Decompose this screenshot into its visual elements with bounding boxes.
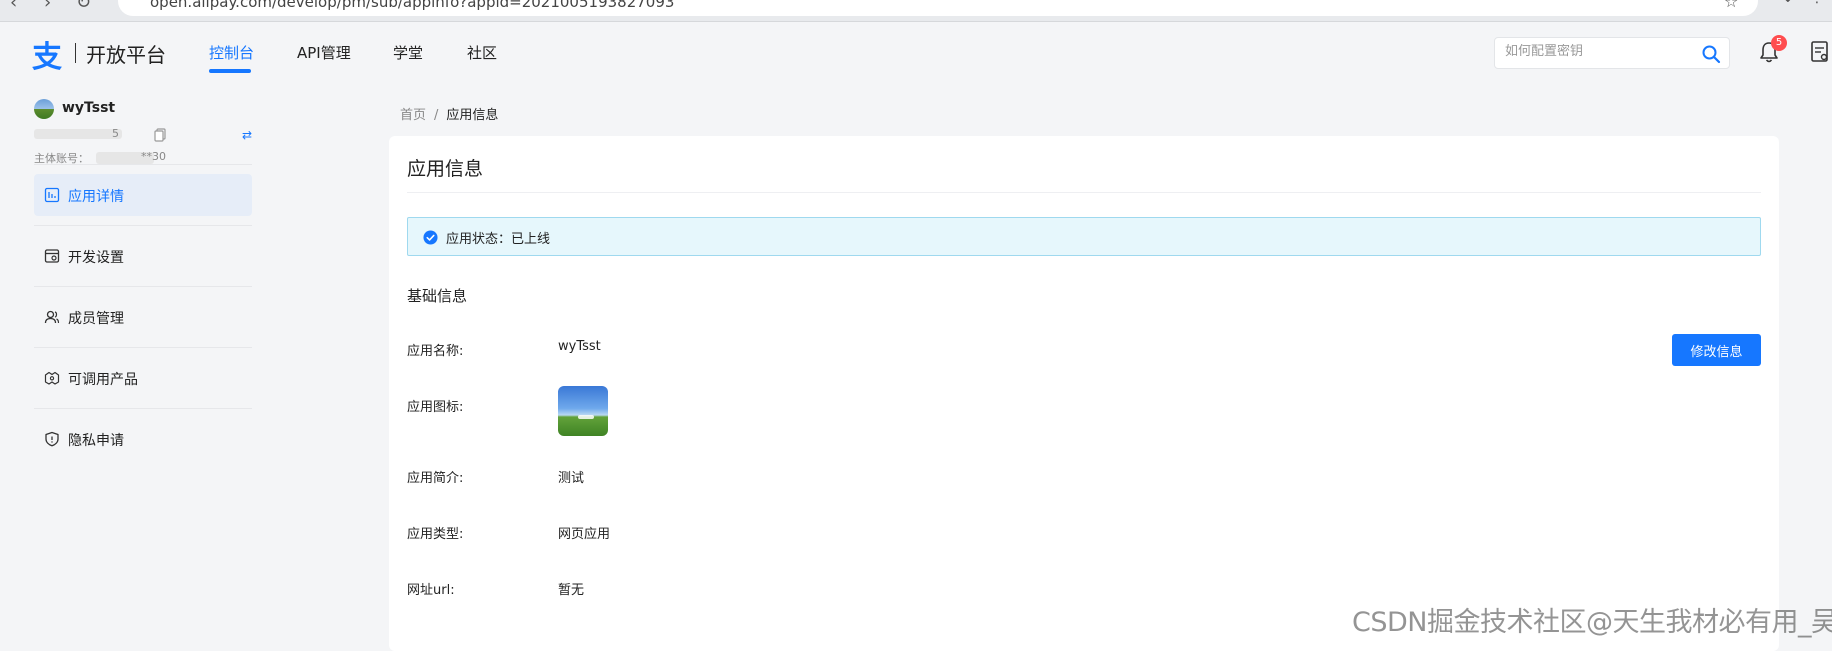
nav-community[interactable]: 社区: [467, 42, 497, 63]
sidebar-item-label: 应用详情: [68, 189, 124, 205]
sidebar-item-members[interactable]: 成员管理: [34, 296, 252, 338]
breadcrumb: 首页 / 应用信息: [400, 104, 498, 123]
user-name: wyTsst: [62, 100, 116, 116]
avatar[interactable]: [34, 99, 54, 119]
edit-info-button[interactable]: 修改信息: [1672, 334, 1761, 366]
platform-title[interactable]: 开放平台: [86, 39, 166, 68]
field-value-website-url: 暂无: [558, 583, 585, 598]
sidebar-item-app-detail[interactable]: 应用详情: [34, 174, 252, 216]
nav-academy[interactable]: 学堂: [393, 42, 423, 63]
field-label-website-url: 网址url:: [407, 583, 455, 598]
download-icon[interactable]: ↓: [1782, 0, 1794, 6]
app-icon-image: [558, 386, 608, 436]
sidebar-divider: [34, 347, 252, 348]
title-divider: [407, 192, 1761, 193]
account-id-tail: 5: [112, 127, 119, 140]
field-label-app-name: 应用名称:: [407, 344, 464, 359]
field-value-app-intro: 测试: [558, 471, 585, 486]
sidebar-divider: [34, 225, 252, 226]
sidebar-item-label: 成员管理: [68, 311, 124, 327]
app-info-card: 应用信息 应用状态：已上线 基础信息 应用名称: wyTsst 修改信息 应用图…: [389, 136, 1779, 651]
forward-icon[interactable]: ›: [44, 0, 51, 13]
search-box: [1494, 37, 1730, 69]
app-status-text: 应用状态：已上线: [446, 232, 551, 247]
sidebar-item-label: 开发设置: [68, 250, 124, 266]
dev-settings-icon: [44, 249, 60, 263]
alipay-logo-icon[interactable]: 支: [32, 32, 62, 76]
browser-toolbar: ‹ › ↻ open.alipay.com/develop/pm/sub/app…: [0, 0, 1832, 22]
section-title-basic-info: 基础信息: [407, 287, 468, 305]
reload-icon[interactable]: ↻: [76, 0, 91, 13]
breadcrumb-home-link[interactable]: 首页: [400, 108, 426, 123]
products-icon: [44, 371, 60, 385]
breadcrumb-current: 应用信息: [446, 108, 499, 123]
back-icon[interactable]: ‹: [10, 0, 17, 13]
browser-menu-icon[interactable]: ⋮: [1810, 0, 1824, 6]
field-value-app-type: 网页应用: [558, 527, 611, 542]
document-icon[interactable]: [1810, 40, 1830, 64]
nav-api-management[interactable]: API管理: [297, 42, 351, 63]
check-circle-icon: [423, 230, 438, 245]
bookmark-star-icon[interactable]: ☆: [1724, 0, 1738, 11]
privacy-icon: [45, 431, 59, 447]
sidebar-item-privacy[interactable]: 隐私申请: [34, 418, 252, 460]
sidebar-item-products[interactable]: 可调用产品: [34, 357, 252, 399]
members-icon: [44, 310, 60, 324]
search-input[interactable]: [1505, 44, 1695, 59]
sidebar-divider: [34, 164, 252, 165]
sidebar: wyTsst 5 ⇄ 主体账号： **30 应用详情 开发设置 成员管理 可调用…: [0, 84, 262, 651]
nav-active-indicator: [209, 69, 251, 73]
field-label-app-type: 应用类型:: [407, 527, 464, 542]
field-value-app-name: wyTsst: [558, 339, 601, 354]
masked-account-id: [34, 129, 122, 139]
notification-badge: 5: [1771, 35, 1787, 51]
field-label-app-intro: 应用简介:: [407, 471, 464, 486]
field-label-app-icon: 应用图标:: [407, 400, 464, 415]
sidebar-item-dev-settings[interactable]: 开发设置: [34, 235, 252, 277]
top-header: 支 开放平台 控制台 API管理 学堂 社区 5: [0, 22, 1832, 84]
logo-divider: [75, 43, 76, 63]
page-title: 应用信息: [407, 158, 484, 180]
nav-console[interactable]: 控制台: [209, 42, 254, 63]
main-account-tail: **30: [141, 150, 166, 163]
sidebar-divider: [34, 286, 252, 287]
sidebar-divider: [34, 408, 252, 409]
copy-icon[interactable]: [154, 128, 166, 142]
app-status-alert: 应用状态：已上线: [407, 217, 1761, 256]
sidebar-item-label: 隐私申请: [68, 433, 124, 449]
watermark-text: CSDN掘金技术社区@天生我材必有用_吴用: [1352, 607, 1832, 638]
sidebar-item-label: 可调用产品: [68, 372, 138, 388]
switch-account-icon[interactable]: ⇄: [242, 128, 252, 142]
detail-icon: [44, 187, 60, 203]
app-icon-cloud: [578, 415, 594, 419]
search-icon[interactable]: [1701, 44, 1721, 64]
address-bar-url: open.alipay.com/develop/pm/sub/appinfo?a…: [150, 0, 675, 11]
breadcrumb-separator: /: [434, 108, 439, 123]
